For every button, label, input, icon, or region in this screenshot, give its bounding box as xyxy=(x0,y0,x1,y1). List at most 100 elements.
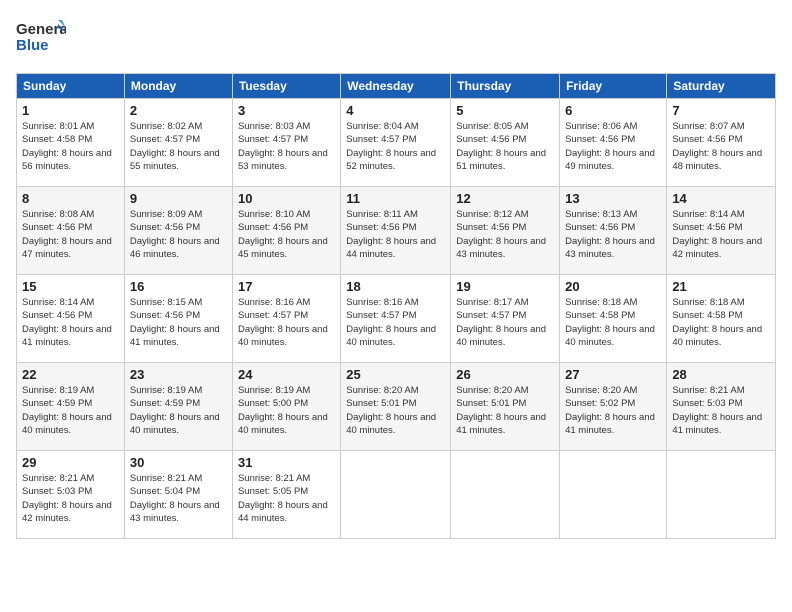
calendar-cell: 15 Sunrise: 8:14 AM Sunset: 4:56 PM Dayl… xyxy=(17,275,125,363)
daylight-label: Daylight: 8 hours and 41 minutes. xyxy=(565,412,655,436)
calendar-cell xyxy=(451,451,560,539)
sunrise-label: Sunrise: 8:06 AM xyxy=(565,121,637,132)
day-info: Sunrise: 8:01 AM Sunset: 4:58 PM Dayligh… xyxy=(22,120,119,173)
sunset-label: Sunset: 4:57 PM xyxy=(346,310,416,321)
day-number: 6 xyxy=(565,103,661,118)
calendar-table: SundayMondayTuesdayWednesdayThursdayFrid… xyxy=(16,73,776,539)
calendar-cell: 31 Sunrise: 8:21 AM Sunset: 5:05 PM Dayl… xyxy=(232,451,340,539)
sunset-label: Sunset: 4:56 PM xyxy=(672,134,742,145)
day-info: Sunrise: 8:21 AM Sunset: 5:04 PM Dayligh… xyxy=(130,472,227,525)
sunrise-label: Sunrise: 8:18 AM xyxy=(565,297,637,308)
day-number: 17 xyxy=(238,279,335,294)
sunset-label: Sunset: 5:01 PM xyxy=(346,398,416,409)
calendar-cell: 23 Sunrise: 8:19 AM Sunset: 4:59 PM Dayl… xyxy=(124,363,232,451)
day-info: Sunrise: 8:18 AM Sunset: 4:58 PM Dayligh… xyxy=(672,296,770,349)
sunrise-label: Sunrise: 8:21 AM xyxy=(130,473,202,484)
calendar-week-row: 8 Sunrise: 8:08 AM Sunset: 4:56 PM Dayli… xyxy=(17,187,776,275)
day-info: Sunrise: 8:07 AM Sunset: 4:56 PM Dayligh… xyxy=(672,120,770,173)
sunset-label: Sunset: 4:57 PM xyxy=(238,310,308,321)
sunset-label: Sunset: 5:05 PM xyxy=(238,486,308,497)
weekday-header: Saturday xyxy=(667,74,776,99)
sunrise-label: Sunrise: 8:16 AM xyxy=(346,297,418,308)
day-info: Sunrise: 8:21 AM Sunset: 5:03 PM Dayligh… xyxy=(22,472,119,525)
sunset-label: Sunset: 4:56 PM xyxy=(22,310,92,321)
calendar-cell: 18 Sunrise: 8:16 AM Sunset: 4:57 PM Dayl… xyxy=(341,275,451,363)
day-info: Sunrise: 8:10 AM Sunset: 4:56 PM Dayligh… xyxy=(238,208,335,261)
calendar-cell: 17 Sunrise: 8:16 AM Sunset: 4:57 PM Dayl… xyxy=(232,275,340,363)
day-number: 20 xyxy=(565,279,661,294)
weekday-header: Monday xyxy=(124,74,232,99)
calendar-cell: 6 Sunrise: 8:06 AM Sunset: 4:56 PM Dayli… xyxy=(560,99,667,187)
sunset-label: Sunset: 4:57 PM xyxy=(238,134,308,145)
day-number: 19 xyxy=(456,279,554,294)
daylight-label: Daylight: 8 hours and 44 minutes. xyxy=(346,236,436,260)
sunset-label: Sunset: 4:56 PM xyxy=(456,134,526,145)
calendar-cell: 30 Sunrise: 8:21 AM Sunset: 5:04 PM Dayl… xyxy=(124,451,232,539)
daylight-label: Daylight: 8 hours and 48 minutes. xyxy=(672,148,762,172)
sunset-label: Sunset: 4:57 PM xyxy=(130,134,200,145)
daylight-label: Daylight: 8 hours and 40 minutes. xyxy=(238,412,328,436)
sunrise-label: Sunrise: 8:21 AM xyxy=(672,385,744,396)
calendar-cell: 11 Sunrise: 8:11 AM Sunset: 4:56 PM Dayl… xyxy=(341,187,451,275)
sunset-label: Sunset: 4:56 PM xyxy=(22,222,92,233)
daylight-label: Daylight: 8 hours and 41 minutes. xyxy=(672,412,762,436)
weekday-header: Wednesday xyxy=(341,74,451,99)
day-info: Sunrise: 8:02 AM Sunset: 4:57 PM Dayligh… xyxy=(130,120,227,173)
daylight-label: Daylight: 8 hours and 40 minutes. xyxy=(456,324,546,348)
sunrise-label: Sunrise: 8:14 AM xyxy=(22,297,94,308)
day-number: 3 xyxy=(238,103,335,118)
sunrise-label: Sunrise: 8:07 AM xyxy=(672,121,744,132)
calendar-cell: 8 Sunrise: 8:08 AM Sunset: 4:56 PM Dayli… xyxy=(17,187,125,275)
sunrise-label: Sunrise: 8:19 AM xyxy=(238,385,310,396)
calendar-cell: 12 Sunrise: 8:12 AM Sunset: 4:56 PM Dayl… xyxy=(451,187,560,275)
calendar-cell: 29 Sunrise: 8:21 AM Sunset: 5:03 PM Dayl… xyxy=(17,451,125,539)
sunset-label: Sunset: 5:00 PM xyxy=(238,398,308,409)
sunset-label: Sunset: 4:56 PM xyxy=(238,222,308,233)
sunrise-label: Sunrise: 8:17 AM xyxy=(456,297,528,308)
daylight-label: Daylight: 8 hours and 40 minutes. xyxy=(130,412,220,436)
page-container: General Blue SundayMondayTuesdayWednesda… xyxy=(0,0,792,549)
daylight-label: Daylight: 8 hours and 42 minutes. xyxy=(672,236,762,260)
day-number: 13 xyxy=(565,191,661,206)
calendar-cell: 26 Sunrise: 8:20 AM Sunset: 5:01 PM Dayl… xyxy=(451,363,560,451)
daylight-label: Daylight: 8 hours and 55 minutes. xyxy=(130,148,220,172)
day-info: Sunrise: 8:14 AM Sunset: 4:56 PM Dayligh… xyxy=(672,208,770,261)
sunrise-label: Sunrise: 8:20 AM xyxy=(346,385,418,396)
day-number: 10 xyxy=(238,191,335,206)
calendar-cell: 4 Sunrise: 8:04 AM Sunset: 4:57 PM Dayli… xyxy=(341,99,451,187)
sunset-label: Sunset: 4:56 PM xyxy=(672,222,742,233)
sunset-label: Sunset: 5:04 PM xyxy=(130,486,200,497)
sunset-label: Sunset: 4:56 PM xyxy=(565,134,635,145)
daylight-label: Daylight: 8 hours and 40 minutes. xyxy=(346,412,436,436)
day-info: Sunrise: 8:19 AM Sunset: 5:00 PM Dayligh… xyxy=(238,384,335,437)
day-number: 11 xyxy=(346,191,445,206)
day-number: 26 xyxy=(456,367,554,382)
calendar-cell: 5 Sunrise: 8:05 AM Sunset: 4:56 PM Dayli… xyxy=(451,99,560,187)
day-number: 25 xyxy=(346,367,445,382)
sunrise-label: Sunrise: 8:12 AM xyxy=(456,209,528,220)
day-number: 28 xyxy=(672,367,770,382)
calendar-cell: 2 Sunrise: 8:02 AM Sunset: 4:57 PM Dayli… xyxy=(124,99,232,187)
daylight-label: Daylight: 8 hours and 46 minutes. xyxy=(130,236,220,260)
calendar-cell: 3 Sunrise: 8:03 AM Sunset: 4:57 PM Dayli… xyxy=(232,99,340,187)
weekday-header: Sunday xyxy=(17,74,125,99)
day-number: 24 xyxy=(238,367,335,382)
sunset-label: Sunset: 4:56 PM xyxy=(130,310,200,321)
weekday-header: Friday xyxy=(560,74,667,99)
sunset-label: Sunset: 4:56 PM xyxy=(130,222,200,233)
sunrise-label: Sunrise: 8:15 AM xyxy=(130,297,202,308)
day-number: 2 xyxy=(130,103,227,118)
day-number: 21 xyxy=(672,279,770,294)
day-info: Sunrise: 8:20 AM Sunset: 5:01 PM Dayligh… xyxy=(346,384,445,437)
daylight-label: Daylight: 8 hours and 56 minutes. xyxy=(22,148,112,172)
daylight-label: Daylight: 8 hours and 51 minutes. xyxy=(456,148,546,172)
day-info: Sunrise: 8:19 AM Sunset: 4:59 PM Dayligh… xyxy=(130,384,227,437)
day-number: 9 xyxy=(130,191,227,206)
sunrise-label: Sunrise: 8:02 AM xyxy=(130,121,202,132)
day-number: 18 xyxy=(346,279,445,294)
day-info: Sunrise: 8:13 AM Sunset: 4:56 PM Dayligh… xyxy=(565,208,661,261)
day-info: Sunrise: 8:16 AM Sunset: 4:57 PM Dayligh… xyxy=(238,296,335,349)
day-info: Sunrise: 8:14 AM Sunset: 4:56 PM Dayligh… xyxy=(22,296,119,349)
day-info: Sunrise: 8:08 AM Sunset: 4:56 PM Dayligh… xyxy=(22,208,119,261)
sunrise-label: Sunrise: 8:20 AM xyxy=(456,385,528,396)
